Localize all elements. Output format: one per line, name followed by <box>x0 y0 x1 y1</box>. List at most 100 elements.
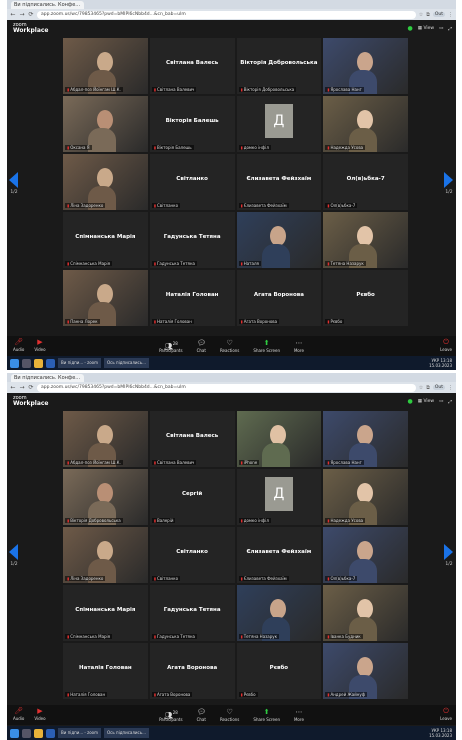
participant-tile[interactable]: ▮Андрей Жайнуф <box>323 643 408 699</box>
participant-tile[interactable]: Вікторія Балешь ▮Вікторія Балешь <box>149 96 235 152</box>
participant-tile[interactable]: ▮Абдал-поз Йоїнгам Ш.К. <box>63 411 148 467</box>
participant-tile[interactable]: ▮Наталя <box>236 212 322 268</box>
back-icon[interactable]: ← <box>10 11 16 18</box>
menu-icon[interactable]: ⋮ <box>448 385 453 391</box>
participant-tile[interactable]: Д ▮домко інфіл <box>236 96 322 152</box>
star-icon[interactable]: ☆ <box>419 385 423 391</box>
search-icon[interactable] <box>22 728 31 738</box>
participants-button[interactable]: 👥︎28 Participants <box>159 708 183 722</box>
taskbar-app-1[interactable]: Ви підпи... - zoom <box>58 358 102 368</box>
reactions-button[interactable]: ♡ Reactions <box>220 339 239 353</box>
participant-tile[interactable]: ▮iPhone <box>236 411 322 467</box>
start-icon[interactable] <box>10 358 19 368</box>
explorer-icon[interactable] <box>34 728 43 738</box>
more-button[interactable]: ⋯ More <box>294 708 304 722</box>
participant-tile[interactable]: Сергій ▮Валерій <box>149 469 235 525</box>
reload-icon[interactable]: ⟳ <box>28 384 34 391</box>
participant-tile[interactable]: Наталія Голован ▮Наталія Голован <box>63 643 148 699</box>
participant-tile[interactable]: ▮Надежда Усова <box>323 469 408 525</box>
share-screen-button[interactable]: ⬆ Share Screen <box>253 339 280 353</box>
view-button[interactable]: ▦ View <box>418 399 434 404</box>
participant-tile[interactable]: ▮Абдал-поз Йоїнгам Ш.К. <box>63 38 148 94</box>
participant-tile[interactable]: Єлизавета Фейзхаїм ▮Єлизавета Фейзхаїм <box>236 154 322 210</box>
view-button[interactable]: ▦ View <box>418 26 434 31</box>
forward-icon[interactable]: → <box>19 384 25 391</box>
minimize-icon[interactable]: ▭ <box>439 26 443 31</box>
participant-tile[interactable]: ▮Ліна Задоренко <box>63 154 148 210</box>
explorer-icon[interactable] <box>34 358 43 368</box>
participants-button[interactable]: 👥︎28 Participants <box>159 339 183 353</box>
word-icon[interactable] <box>46 358 55 368</box>
word-icon[interactable] <box>46 728 55 738</box>
participant-tile[interactable]: ▮Оксана Я <box>63 96 148 152</box>
participant-tile[interactable]: Світланко ▮Світланко <box>149 154 235 210</box>
participant-tile[interactable]: Агата Воронова ▮Агата Воронова <box>149 643 235 699</box>
participant-name-center: Єлизавета Фейзхаїм <box>246 176 312 182</box>
participant-tile[interactable]: ▮Надежда Усова <box>323 96 408 152</box>
participant-tile[interactable]: ▮Ол(в)ьбка-7 <box>323 527 408 583</box>
reload-icon[interactable]: ⟳ <box>28 11 34 18</box>
participant-tile[interactable]: ▮Ярослава Нанг <box>323 38 408 94</box>
share-screen-button[interactable]: ⬆ Share Screen <box>253 708 280 722</box>
address-bar[interactable]: app.zoom.us/wc/79853465?pwd=bMIPI6cNbb4d… <box>37 383 416 392</box>
more-button[interactable]: ⋯ More <box>294 339 304 353</box>
browser-tab[interactable]: Ви підписались. Конфе... <box>11 1 84 9</box>
leave-button[interactable]: ⏻ Leave <box>440 707 452 721</box>
participant-tile[interactable]: Вікторія Добровольська ▮Вікторія Добровол… <box>236 38 322 94</box>
address-bar[interactable]: app.zoom.us/wc/79853465?pwd=bMIPI6cNbb4d… <box>37 10 416 19</box>
participant-tile[interactable]: ▮Ліна Задоренко <box>63 527 148 583</box>
taskbar-app-2[interactable]: Ось підписались... <box>104 358 149 368</box>
start-icon[interactable] <box>10 728 19 738</box>
leave-button[interactable]: ⏻ Leave <box>440 338 452 352</box>
participant-tile[interactable]: ▮Тетяна Назарук <box>236 585 322 641</box>
participant-tile[interactable]: Рєвбо ▮Рєвбо <box>236 643 322 699</box>
search-icon[interactable] <box>22 358 31 368</box>
fullscreen-icon[interactable]: ⤢ <box>448 26 452 32</box>
extensions-icon[interactable]: ⧉ <box>426 385 430 391</box>
mic-muted-icon: 🎤︎ <box>14 707 24 715</box>
prev-page-button[interactable]: 1/2 <box>9 544 19 567</box>
participant-tile[interactable]: ▮Іванка Будник <box>323 585 408 641</box>
video-button[interactable]: ▶ Video <box>34 338 45 352</box>
taskbar-app-2[interactable]: Ось підписались... <box>104 728 149 738</box>
reactions-button[interactable]: ♡ Reactions <box>220 708 239 722</box>
participant-tile[interactable]: Наталія Голован ▮Наталія Голован <box>149 270 235 326</box>
participant-tile[interactable]: Агата Воронова ▮Агата Воронова <box>236 270 322 326</box>
participant-tile[interactable]: Рєвбо ▮Рєвбо <box>323 270 408 326</box>
audio-button[interactable]: 🎤︎ Audio <box>13 707 24 721</box>
participant-tile[interactable]: Гадунська Тетяна ▮Гадунська Тетяна <box>149 212 235 268</box>
next-page-button[interactable]: 1/2 <box>444 172 454 195</box>
next-page-button[interactable]: 1/2 <box>444 544 454 567</box>
participant-tile[interactable]: ▮Ярослава Нанг <box>323 411 408 467</box>
participant-tile[interactable]: Ол(в)ьбка-7 ▮Ол(в)ьбка-7 <box>323 154 408 210</box>
extensions-icon[interactable]: ⧉ <box>426 12 430 18</box>
profile-button[interactable]: Out <box>432 12 445 17</box>
fullscreen-icon[interactable]: ⤢ <box>448 399 452 405</box>
participant-tile[interactable]: Світлана Валесь ▮Світлана Валевич <box>149 411 235 467</box>
participant-tile[interactable]: ▮Тетяна Назарук <box>323 212 408 268</box>
chat-button[interactable]: 💬︎ Chat <box>197 708 206 722</box>
participant-tile[interactable]: Світланко ▮Світланко <box>149 527 235 583</box>
shield-icon[interactable]: ● <box>408 25 413 32</box>
participant-tile[interactable]: Єлизавета Фейзхаїм ▮Єлизавета Фейзхаїм <box>236 527 322 583</box>
chat-button[interactable]: 💬︎ Chat <box>197 339 206 353</box>
video-button[interactable]: ▶ Video <box>34 707 45 721</box>
shield-icon[interactable]: ● <box>408 398 413 405</box>
participant-tile[interactable]: Д ▮домко інфіл <box>236 469 322 525</box>
browser-tab[interactable]: Ви підписались. Конфе... <box>11 374 84 382</box>
participant-tile[interactable]: ▮Вікторія Добровольська <box>63 469 148 525</box>
back-icon[interactable]: ← <box>10 384 16 391</box>
audio-button[interactable]: 🎤︎ Audio <box>13 338 24 352</box>
star-icon[interactable]: ☆ <box>419 12 423 18</box>
forward-icon[interactable]: → <box>19 11 25 18</box>
participant-tile[interactable]: Спімнанська Марія ▮Спімнанська Марія <box>63 212 148 268</box>
participant-tile[interactable]: Гадунська Тетяна ▮Гадунська Тетяна <box>149 585 235 641</box>
taskbar-app-1[interactable]: Ви підпи... - zoom <box>58 728 102 738</box>
minimize-icon[interactable]: ▭ <box>439 399 443 404</box>
participant-tile[interactable]: Світлана Валесь ▮Світлана Валевич <box>149 38 235 94</box>
menu-icon[interactable]: ⋮ <box>448 12 453 18</box>
profile-button[interactable]: Out <box>432 385 445 390</box>
participant-tile[interactable]: Спімнанська Марія ▮Спімнанська Марія <box>63 585 148 641</box>
prev-page-button[interactable]: 1/2 <box>9 172 19 195</box>
participant-tile[interactable]: ▮Панна Лорек <box>63 270 148 326</box>
